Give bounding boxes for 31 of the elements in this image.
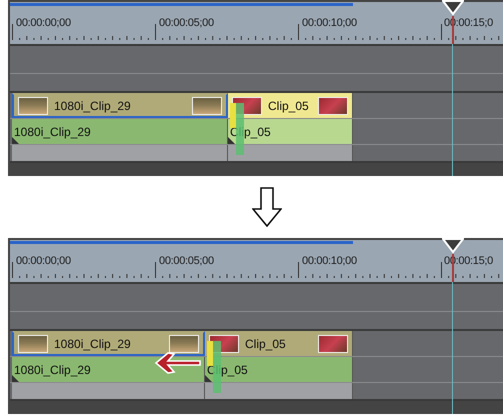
audio-clip[interactable]: 1080i_Clip_29: [12, 119, 228, 144]
thumbnail-placeholder: [169, 334, 199, 352]
timecode: 00:00:00;00: [16, 255, 71, 267]
video-clip[interactable]: 1080i_Clip_29: [12, 331, 205, 356]
timecode: 00:00:05;00: [159, 17, 214, 29]
corner-triangle-icon: [12, 137, 19, 144]
video-clip[interactable]: Clip_05: [228, 93, 353, 118]
timecode: 00:00:10;00: [302, 17, 357, 29]
playhead-handle-icon[interactable]: [442, 238, 464, 254]
playhead-handle-icon[interactable]: [442, 0, 464, 16]
timecode: 00:00:00;00: [16, 17, 71, 29]
thumbnail-placeholder: [318, 334, 348, 352]
corner-triangle-icon: [228, 137, 235, 144]
clip-label: 1080i_Clip_29: [54, 98, 131, 112]
clip-label: Clip_05: [268, 98, 309, 112]
clip-label: 1080i_Clip_29: [54, 336, 131, 350]
timecode: 00:00:05;00: [159, 255, 214, 267]
thumbnail-placeholder: [18, 334, 48, 352]
corner-triangle-icon: [205, 375, 212, 382]
down-arrow-icon: [252, 187, 282, 227]
clip-label: 1080i_Clip_29: [14, 362, 91, 376]
clip-label: 1080i_Clip_29: [14, 124, 91, 138]
audio-clip[interactable]: 1080i_Clip_29: [12, 357, 205, 382]
video-clip[interactable]: 1080i_Clip_29: [12, 93, 228, 118]
thumbnail-placeholder: [192, 96, 222, 114]
thumbnail-placeholder: [318, 96, 348, 114]
clip-label: Clip_05: [245, 336, 286, 350]
thumbnail-placeholder: [18, 96, 48, 114]
timecode: 00:00:10;00: [302, 255, 357, 267]
corner-triangle-icon: [12, 375, 19, 382]
video-clip[interactable]: Clip_05: [205, 331, 353, 356]
